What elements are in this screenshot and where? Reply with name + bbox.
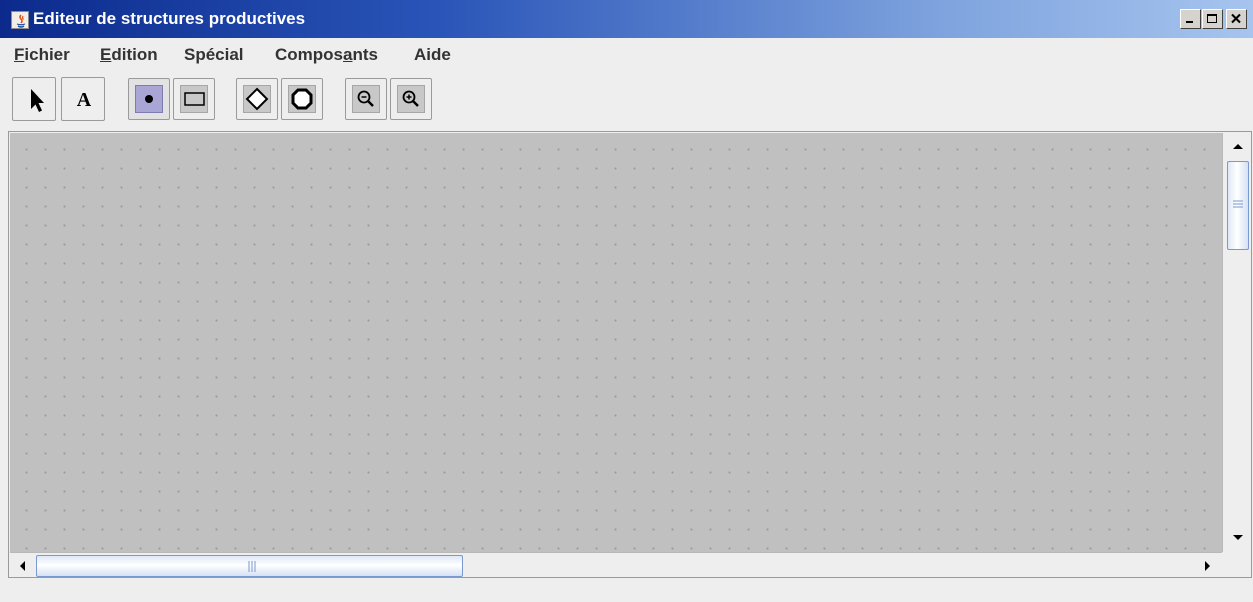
canvas-scroll-pane [8,131,1252,578]
grip-icon [1233,200,1243,208]
arrow-pointer-icon [31,89,44,112]
zoom-in-button[interactable] [390,78,432,120]
maximize-button[interactable] [1202,9,1223,29]
arrow-down-icon [1233,535,1243,540]
vertical-scroll-thumb[interactable] [1227,161,1249,250]
grip-icon [248,561,256,572]
vertical-scrollbar[interactable] [1222,133,1251,552]
close-button[interactable] [1226,9,1247,29]
zoom-out-icon [357,90,374,107]
status-bar [0,580,1253,602]
arrow-up-icon [1233,144,1243,149]
zoom-in-icon [402,90,419,107]
text-A-icon: A [76,89,92,111]
node-tool-button[interactable] [128,78,170,120]
rectangle-icon [184,92,205,106]
zoom-out-button[interactable] [345,78,387,120]
menu-fichier[interactable]: Fichier [14,45,70,65]
java-app-icon[interactable] [11,11,29,29]
drawing-canvas[interactable] [10,133,1222,552]
maximize-icon [1207,14,1217,23]
arrow-right-icon [1205,561,1210,571]
application-window: Editeur de structures productives Fichie… [0,0,1253,602]
menu-edition[interactable]: Edition [100,45,158,65]
octagon-icon [291,88,313,110]
scroll-left-button[interactable] [11,554,35,578]
title-bar[interactable]: Editeur de structures productives [0,0,1253,38]
window-title: Editeur de structures productives [33,9,306,28]
horizontal-scroll-thumb[interactable] [36,555,463,577]
select-tool-button[interactable] [12,77,56,121]
toolbar: A [0,72,1253,130]
text-tool-button[interactable]: A [61,77,105,121]
horizontal-scrollbar[interactable] [10,552,1222,577]
arrow-left-icon [20,561,25,571]
menu-composants[interactable]: Composants [275,45,378,65]
diamond-tool-button[interactable] [236,78,278,120]
menu-special[interactable]: Spécial [184,45,244,65]
minimize-icon [1186,21,1193,23]
scroll-corner [1222,552,1251,577]
rectangle-tool-button[interactable] [173,78,215,120]
diamond-icon [245,87,269,111]
menu-bar: Fichier Edition Spécial Composants Aide [0,38,1253,72]
octagon-tool-button[interactable] [281,78,323,120]
close-icon [1231,13,1241,24]
menu-aide[interactable]: Aide [414,45,451,65]
scroll-right-button[interactable] [1195,554,1219,578]
scroll-up-button[interactable] [1226,135,1250,159]
minimize-button[interactable] [1180,9,1201,29]
dot-node-icon [145,95,153,103]
scroll-down-button[interactable] [1226,525,1250,549]
